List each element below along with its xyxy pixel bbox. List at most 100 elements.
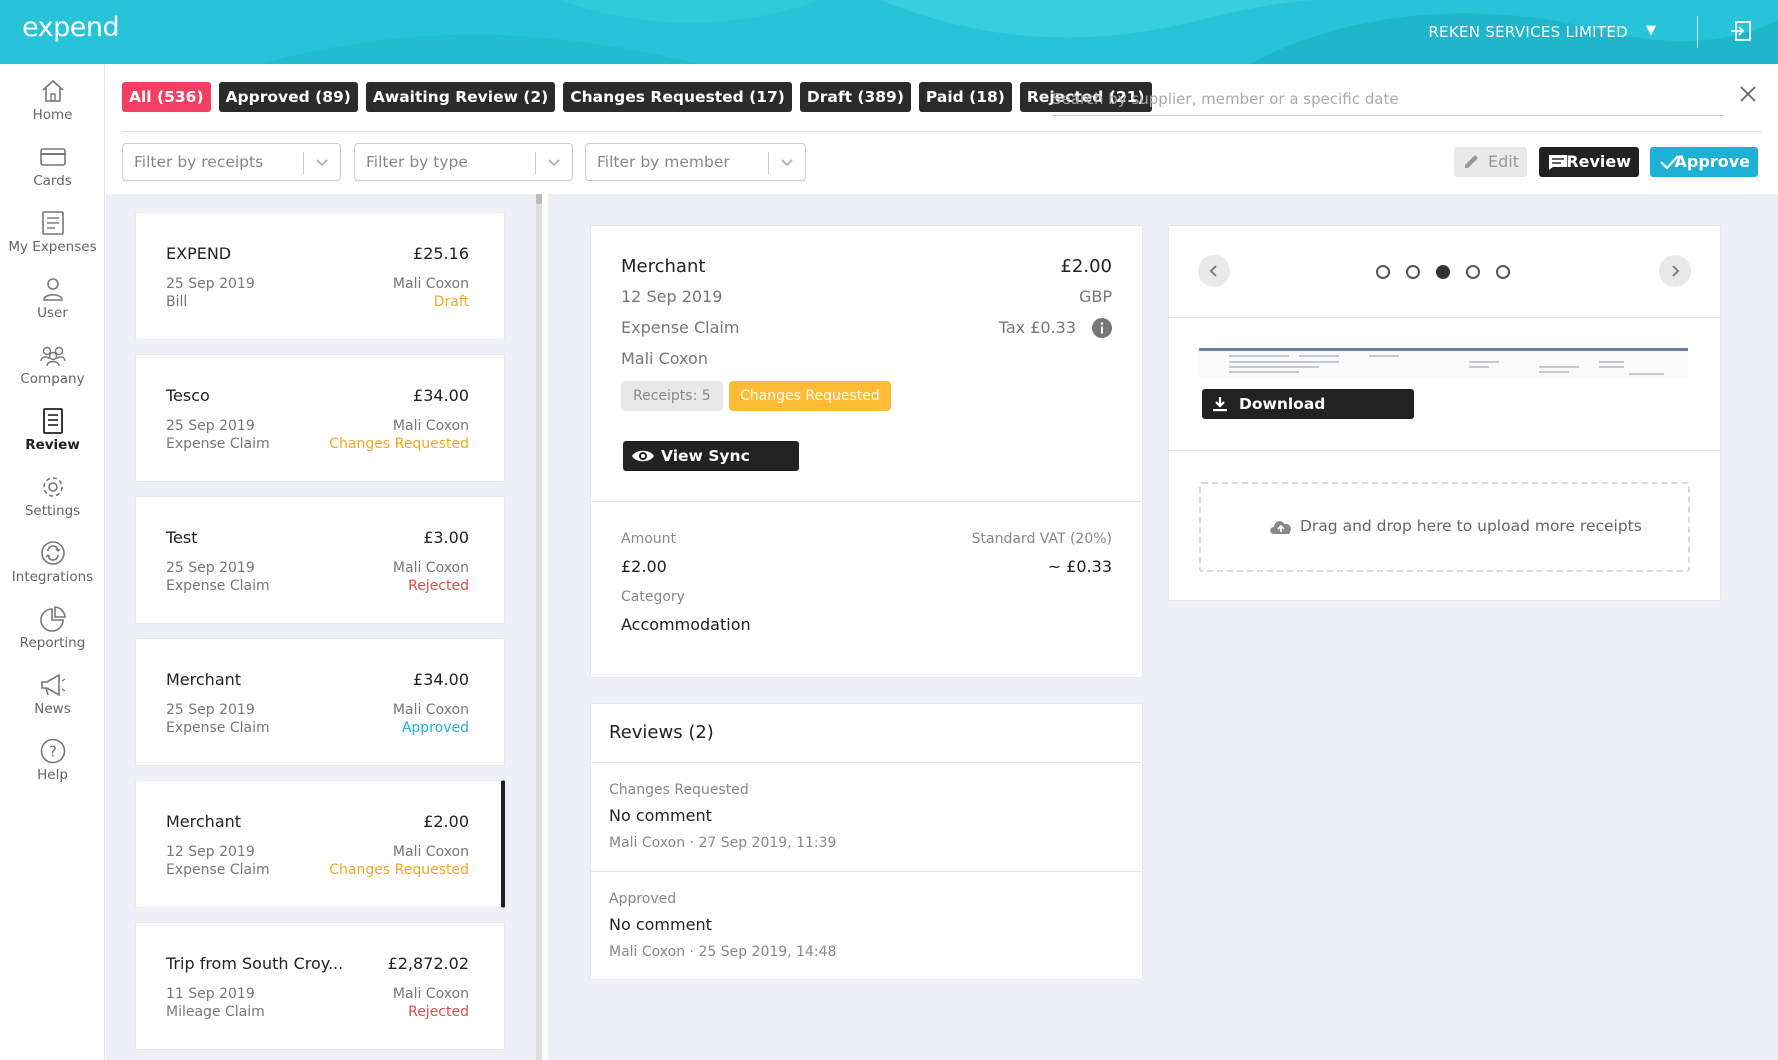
- divider: [1169, 450, 1720, 451]
- sidebar-item-label: Cards: [33, 173, 72, 189]
- company-selector[interactable]: REKEN SERVICES LIMITED: [1428, 23, 1628, 41]
- expense-member: Mali Coxon: [392, 986, 469, 1002]
- expense-card[interactable]: Trip from South Croy... £2,872.02 11 Sep…: [135, 922, 505, 1050]
- expense-date: 25 Sep 2019: [166, 702, 255, 718]
- sidebar-item-label: Home: [32, 107, 73, 123]
- expense-card[interactable]: Test £3.00 25 Sep 2019 Expense Claim Mal…: [135, 496, 505, 624]
- expense-type: Expense Claim: [166, 578, 270, 594]
- pager-dot-active[interactable]: [1436, 265, 1450, 279]
- tab-draft[interactable]: Draft (389): [799, 82, 911, 112]
- search-input[interactable]: [1052, 84, 1724, 114]
- sidebar-item-news[interactable]: News: [0, 671, 105, 717]
- caret-down-icon[interactable]: ▼: [1646, 23, 1656, 38]
- tab-changes-requested[interactable]: Changes Requested (17): [563, 82, 792, 112]
- sidebar-item-label: User: [37, 305, 68, 321]
- pager-dot[interactable]: [1406, 265, 1420, 279]
- app-logo[interactable]: expend: [22, 12, 120, 43]
- sidebar-item-label: Reporting: [19, 635, 86, 651]
- expense-card-selected[interactable]: Merchant £2.00 12 Sep 2019 Expense Claim…: [135, 780, 505, 908]
- logout-icon[interactable]: [1730, 20, 1752, 42]
- edit-button[interactable]: Edit: [1454, 147, 1527, 177]
- reviews-card: Reviews (2) Changes Requested No comment…: [590, 703, 1143, 980]
- sidebar-item-review[interactable]: Review: [0, 407, 105, 453]
- divider: [591, 871, 1142, 872]
- list-scrollbar[interactable]: [536, 194, 542, 1060]
- expense-name: Tesco: [166, 386, 210, 405]
- expense-date: 25 Sep 2019: [166, 276, 255, 292]
- receipt-thumbnail[interactable]: [1199, 348, 1688, 378]
- download-attachment-button[interactable]: Download attachment: [1202, 389, 1414, 443]
- sidebar-item-label: Integrations: [11, 569, 94, 585]
- review-status: Changes Requested: [609, 782, 749, 798]
- review-meta: Mali Coxon · 25 Sep 2019, 14:48: [609, 944, 837, 960]
- filter-member-label: Filter by member: [597, 153, 730, 171]
- pager-dot[interactable]: [1466, 265, 1480, 279]
- sidebar-item-integrations[interactable]: Integrations: [0, 539, 105, 585]
- download-icon: [1213, 397, 1227, 412]
- next-attachment-button[interactable]: [1659, 255, 1691, 287]
- filter-receipts-label: Filter by receipts: [134, 153, 264, 171]
- tab-awaiting-review[interactable]: Awaiting Review (2): [365, 82, 556, 112]
- sidebar-item-help[interactable]: ? Help: [0, 737, 105, 783]
- sidebar-item-label: Help: [37, 767, 68, 783]
- gear-icon: [42, 477, 63, 497]
- search-box: [1052, 84, 1724, 116]
- company-icon: [39, 346, 66, 367]
- sidebar-item-reporting[interactable]: Reporting: [0, 605, 105, 651]
- sidebar-item-user[interactable]: User: [0, 275, 105, 321]
- tab-approved[interactable]: Approved (89): [218, 82, 358, 112]
- expense-member: Mali Coxon: [392, 276, 469, 292]
- close-icon[interactable]: [1738, 84, 1758, 104]
- pager-dot[interactable]: [1496, 265, 1510, 279]
- scrollbar-thumb[interactable]: [536, 194, 542, 204]
- divider: [1169, 317, 1720, 318]
- expense-card[interactable]: Tesco £34.00 25 Sep 2019 Expense Claim M…: [135, 354, 505, 482]
- review-status: Approved: [609, 891, 677, 907]
- expense-detail-card: Merchant £2.00 12 Sep 2019 GBP Expense C…: [590, 225, 1143, 678]
- expense-amount: £34.00: [413, 386, 469, 405]
- sidebar-item-cards[interactable]: Cards: [0, 143, 105, 189]
- pager-dot[interactable]: [1376, 265, 1390, 279]
- expense-card[interactable]: EXPEND £25.16 25 Sep 2019 Bill Mali Coxo…: [135, 212, 505, 340]
- expense-member: Mali Coxon: [392, 844, 469, 860]
- receipt-dropzone[interactable]: Drag and drop here to upload more receip…: [1199, 482, 1690, 572]
- reviews-title: Reviews (2): [609, 722, 714, 743]
- expense-amount: £2.00: [423, 812, 469, 831]
- category-value: Accommodation: [621, 615, 751, 634]
- expense-date: 12 Sep 2019: [166, 844, 255, 860]
- filter-receipts-dropdown[interactable]: Filter by receipts: [122, 143, 341, 181]
- expense-status: Approved: [401, 720, 469, 736]
- info-icon[interactable]: [1092, 318, 1112, 338]
- divider: [591, 501, 1142, 502]
- review-comment: No comment: [609, 915, 712, 934]
- help-icon: ?: [40, 738, 65, 764]
- sidebar-item-label: News: [34, 701, 71, 717]
- expense-member: Mali Coxon: [392, 702, 469, 718]
- home-icon: [41, 79, 64, 102]
- sidebar-item-company[interactable]: Company: [0, 341, 105, 387]
- expense-type: Mileage Claim: [166, 1004, 265, 1020]
- expense-card[interactable]: Merchant £34.00 25 Sep 2019 Expense Clai…: [135, 638, 505, 766]
- view-sync-status-label: View Sync Status: [661, 447, 750, 495]
- expense-amount: £3.00: [423, 528, 469, 547]
- filter-type-label: Filter by type: [366, 153, 468, 171]
- sync-icon: [40, 541, 65, 565]
- chevron-left-icon: [1209, 265, 1217, 277]
- filter-type-dropdown[interactable]: Filter by type: [354, 143, 573, 181]
- sidebar-item-label: Company: [20, 371, 85, 387]
- filter-member-dropdown[interactable]: Filter by member: [585, 143, 806, 181]
- view-sync-status-button[interactable]: View Sync Status: [623, 441, 799, 495]
- sidebar-item-my-expenses[interactable]: My Expenses: [0, 209, 105, 255]
- divider: [591, 762, 1142, 763]
- expense-type: Expense Claim: [166, 436, 270, 452]
- pencil-icon: [1465, 155, 1478, 168]
- expense-type: Expense Claim: [166, 862, 270, 878]
- sidebar-item-home[interactable]: Home: [0, 77, 105, 123]
- approve-button[interactable]: Approve: [1650, 147, 1758, 177]
- prev-attachment-button[interactable]: [1198, 255, 1230, 287]
- expense-type: Bill: [166, 294, 188, 310]
- tab-paid[interactable]: Paid (18): [918, 82, 1012, 112]
- tab-all[interactable]: All (536): [122, 82, 211, 112]
- review-button[interactable]: Review: [1539, 147, 1639, 177]
- sidebar-item-settings[interactable]: Settings: [0, 473, 105, 519]
